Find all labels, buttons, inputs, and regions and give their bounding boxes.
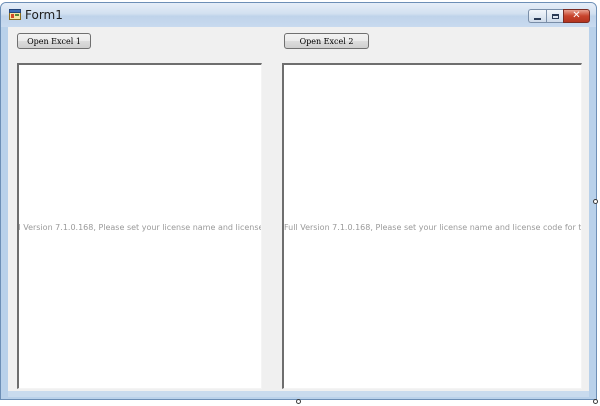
title-bar[interactable]: Form1 ✕ [1, 3, 596, 27]
maximize-icon [551, 13, 559, 19]
caption-buttons: ✕ [528, 9, 590, 23]
resize-handle-right[interactable] [593, 199, 598, 204]
form-app-icon [9, 9, 21, 20]
window-title: Form1 [25, 8, 63, 22]
license-watermark: Full Version 7.1.0.168, Please set your … [18, 223, 262, 232]
close-icon: ✕ [572, 10, 581, 21]
resize-handle-bottom-right[interactable] [593, 399, 598, 404]
maximize-button[interactable] [546, 9, 563, 23]
spreadsheet-viewer-2[interactable]: Full Version 7.1.0.168, Please set your … [282, 63, 582, 389]
spreadsheet-viewer-1[interactable]: Full Version 7.1.0.168, Please set your … [17, 63, 262, 389]
form-client-area: Open Excel 1 Open Excel 2 Full Version 7… [8, 27, 589, 391]
license-watermark: Full Version 7.1.0.168, Please set your … [284, 223, 582, 232]
minimize-icon [534, 17, 541, 20]
resize-handle-bottom[interactable] [296, 399, 301, 404]
minimize-button[interactable] [528, 9, 546, 23]
form-window: Form1 ✕ Open Excel 1 Open Excel 2 Full V… [0, 2, 597, 400]
open-excel-1-button[interactable]: Open Excel 1 [17, 33, 91, 49]
window-bottom-border [8, 391, 589, 397]
open-excel-2-button[interactable]: Open Excel 2 [284, 33, 369, 49]
close-button[interactable]: ✕ [563, 9, 590, 23]
